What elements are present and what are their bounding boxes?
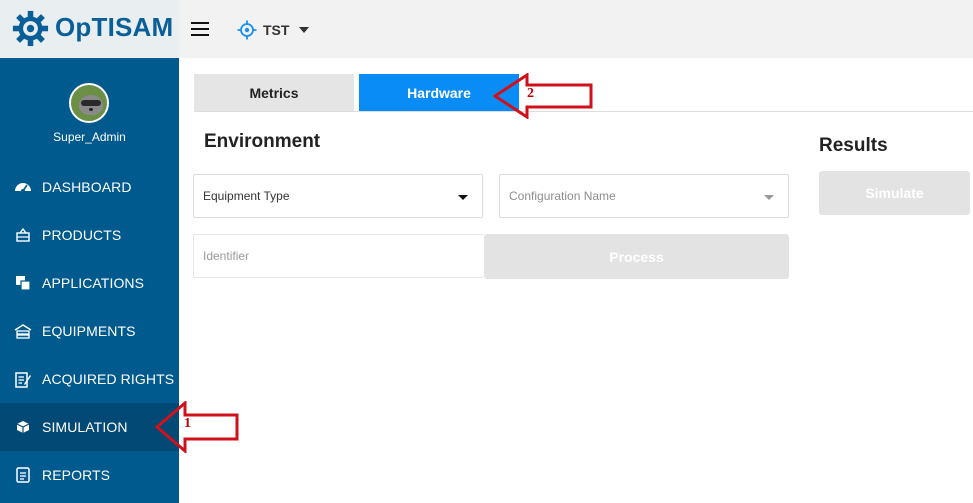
chevron-down-icon [299,27,310,33]
process-button[interactable]: Process [484,234,789,279]
avatar-mask [81,100,101,106]
sidebar-item-dashboard[interactable]: DASHBOARD [0,163,179,211]
equipment-type-select[interactable]: Equipment Type [193,174,483,218]
equipment-type-placeholder: Equipment Type [203,189,290,203]
annotation-label-2: 2 [527,86,534,101]
user-profile: Super_Admin [0,58,179,163]
chevron-down-icon [458,195,468,200]
sidebar-item-label: APPLICATIONS [42,275,145,291]
sidebar-item-products[interactable]: PRODUCTS [0,211,179,259]
identifier-placeholder: Identifier [203,249,250,263]
sidebar-item-label: SIMULATION [42,419,128,435]
annotation-arrow-2 [493,73,593,119]
configuration-name-placeholder: Configuration Name [509,189,616,203]
dashboard-icon [14,178,32,196]
environment-title: Environment [204,131,321,152]
simulation-icon [14,418,32,436]
tab-metrics[interactable]: Metrics [194,74,354,111]
applications-icon [14,274,32,292]
results-title: Results [819,135,888,156]
menu-icon[interactable] [191,22,209,36]
sidebar-item-label: REPORTS [42,467,111,483]
sidebar-item-acquired-rights[interactable]: ACQUIRED RIGHTS [0,355,179,403]
chevron-down-icon [764,195,774,200]
top-bar: TST [179,0,973,58]
sidebar-item-label: ACQUIRED RIGHTS [42,371,175,387]
app-root: OpTISAM Super_Admin DASHBOARD PRODUCTS A… [0,0,973,503]
sidebar-item-label: EQUIPMENTS [42,323,136,339]
sidebar-item-equipments[interactable]: EQUIPMENTS [0,307,179,355]
avatar[interactable] [69,83,109,123]
username: Super_Admin [53,130,126,144]
sidebar-item-reports[interactable]: REPORTS [0,451,179,499]
acquired-rights-icon [14,370,32,388]
reports-icon [14,466,32,484]
sidebar-item-label: PRODUCTS [42,227,122,243]
sidebar: OpTISAM Super_Admin DASHBOARD PRODUCTS A… [0,0,179,503]
avatar-nose [89,108,93,111]
configuration-name-select[interactable]: Configuration Name [499,174,789,218]
sidebar-item-label: DASHBOARD [42,179,132,195]
sidebar-item-simulation[interactable]: SIMULATION [0,403,179,451]
target-icon [237,20,257,40]
products-icon [14,226,32,244]
gear-logo-icon [12,10,49,47]
identifier-input[interactable]: Identifier [193,234,484,278]
sidebar-item-applications[interactable]: APPLICATIONS [0,259,179,307]
app-name: OpTISAM [55,12,174,42]
equipments-icon [14,322,32,340]
logo[interactable]: OpTISAM [0,0,179,58]
simulate-button[interactable]: Simulate [819,171,970,215]
scope-selector[interactable]: TST [237,19,310,41]
annotation-label-1: 1 [184,416,191,431]
annotation-arrow-1 [155,401,239,453]
sidebar-nav: DASHBOARD PRODUCTS APPLICATIONS EQUIPMEN… [0,163,179,499]
scope-label: TST [263,22,290,38]
